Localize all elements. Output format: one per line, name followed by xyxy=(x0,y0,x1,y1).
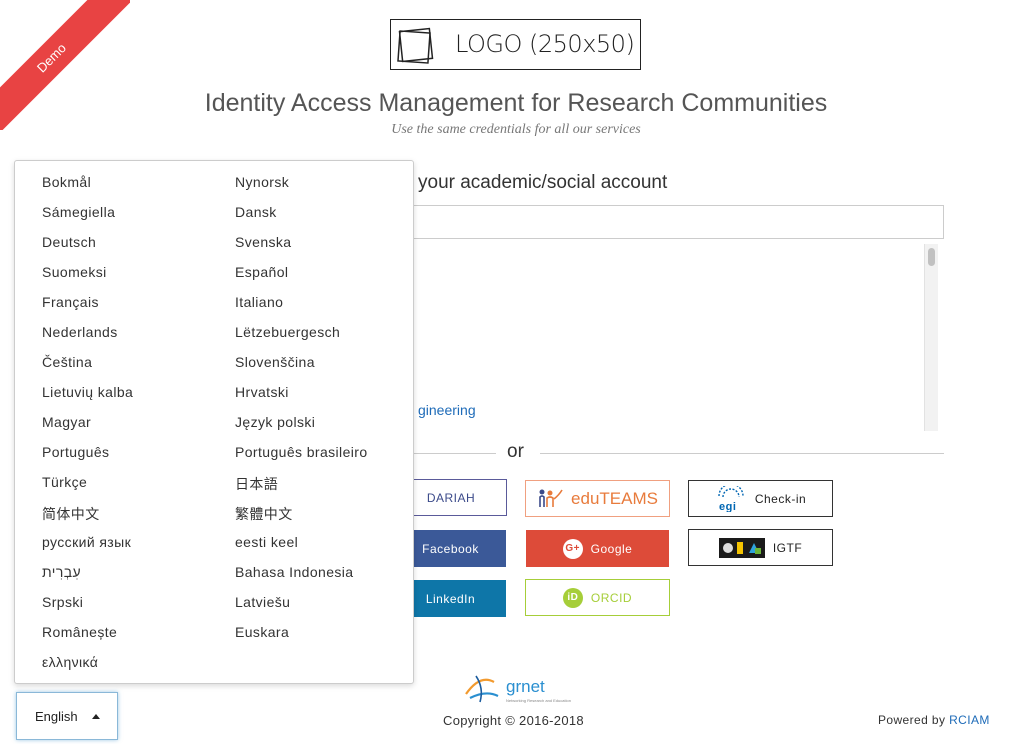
language-option[interactable]: Hrvatski xyxy=(235,384,289,400)
language-option[interactable]: русский язык xyxy=(42,534,131,550)
egi-icon: egi xyxy=(718,485,744,512)
egi-icon-text: egi xyxy=(719,501,736,512)
language-option[interactable]: Italiano xyxy=(235,294,283,310)
checkin-label: Check-in xyxy=(754,491,807,506)
powered-by-label: Powered by xyxy=(878,713,946,727)
language-option[interactable]: Latviešu xyxy=(235,594,290,610)
language-option[interactable]: Nederlands xyxy=(42,324,118,340)
igtf-login-button[interactable]: IGTF xyxy=(688,529,833,566)
language-option[interactable]: 简体中文 xyxy=(42,504,100,524)
language-option[interactable]: Bahasa Indonesia xyxy=(235,564,354,580)
igtf-icon xyxy=(718,537,765,558)
grnet-logo: grnet Networking Research and Education xyxy=(465,675,571,703)
language-dropdown-menu: Bokmål Sámegiella Deutsch Suomeksi Franç… xyxy=(14,160,414,684)
language-option[interactable]: Suomeksi xyxy=(42,264,107,280)
eduteams-login-button[interactable]: eduTEAMS xyxy=(525,480,670,517)
language-option[interactable]: Português brasileiro xyxy=(235,444,368,460)
orcid-label: ORCID xyxy=(590,590,633,605)
language-option[interactable]: Deutsch xyxy=(42,234,96,250)
login-heading: your academic/social account xyxy=(418,172,668,193)
language-option[interactable]: eesti keel xyxy=(235,534,298,550)
orcid-login-button[interactable]: iD ORCID xyxy=(525,579,670,616)
language-selector-button[interactable]: English xyxy=(16,692,118,740)
image-placeholder-icon xyxy=(397,27,434,64)
google-login-button[interactable]: G+ Google xyxy=(526,530,669,567)
language-option[interactable]: Românește xyxy=(42,624,117,640)
language-option[interactable]: Lëtzebuergesch xyxy=(235,324,340,340)
eduteams-icon xyxy=(539,489,563,507)
grnet-logo-text: grnet xyxy=(506,677,545,696)
language-option[interactable]: 繁體中文 xyxy=(235,504,293,524)
language-option[interactable]: Français xyxy=(42,294,99,310)
logo-text: LOGO (250x50) xyxy=(455,30,635,58)
page-subtitle: Use the same credentials for all our ser… xyxy=(391,122,641,137)
language-option[interactable]: Sámegiella xyxy=(42,204,115,220)
current-language: English xyxy=(35,708,78,724)
language-option[interactable]: Čeština xyxy=(42,354,92,370)
language-option[interactable]: 日本語 xyxy=(235,474,278,494)
language-option[interactable]: Español xyxy=(235,264,288,280)
idp-list-scrollbar[interactable] xyxy=(924,244,938,431)
powered-by: Powered by RCIAM xyxy=(878,713,990,727)
or-divider-right xyxy=(540,453,944,454)
language-option[interactable]: Português xyxy=(42,444,109,460)
igtf-label: IGTF xyxy=(772,540,803,555)
language-option[interactable]: Slovenščina xyxy=(235,354,315,370)
language-option[interactable]: Język polski xyxy=(235,414,315,430)
scrollbar-thumb[interactable] xyxy=(928,248,935,266)
facebook-label: Facebook xyxy=(422,541,479,556)
caret-up-icon xyxy=(91,713,100,719)
or-label: or xyxy=(507,441,524,462)
logo-placeholder: LOGO (250x50) xyxy=(390,19,641,70)
language-option[interactable]: Lietuvių kalba xyxy=(42,384,133,400)
language-option[interactable]: ελληνικά xyxy=(42,654,98,670)
language-option[interactable]: Nynorsk xyxy=(235,174,289,190)
orcid-icon: iD xyxy=(562,587,583,608)
checkin-login-button[interactable]: egi Check-in xyxy=(688,480,833,517)
language-option[interactable]: Bokmål xyxy=(42,174,91,190)
google-plus-icon: G+ xyxy=(562,538,583,559)
language-option[interactable]: Srpski xyxy=(42,594,83,610)
linkedin-label: LinkedIn xyxy=(425,591,476,606)
demo-ribbon-label: Demo xyxy=(33,40,69,76)
page-title: Identity Access Management for Research … xyxy=(204,89,828,117)
language-option[interactable]: עִבְרִית xyxy=(42,564,81,580)
language-option[interactable]: Magyar xyxy=(42,414,91,430)
language-option[interactable]: Dansk xyxy=(235,204,277,220)
idp-list-item[interactable]: gineering xyxy=(418,402,476,418)
rciam-link[interactable]: RCIAM xyxy=(949,713,990,727)
google-label: Google xyxy=(590,541,633,556)
eduteams-label: eduTEAMS xyxy=(571,488,658,508)
dariah-label: DARIAH xyxy=(426,490,476,505)
language-option[interactable]: Euskara xyxy=(235,624,289,640)
language-option[interactable]: Svenska xyxy=(235,234,292,250)
language-option[interactable]: Türkçe xyxy=(42,474,87,490)
grnet-logo-tagline: Networking Research and Education xyxy=(506,698,571,703)
copyright-text: Copyright © 2016-2018 xyxy=(443,713,584,728)
